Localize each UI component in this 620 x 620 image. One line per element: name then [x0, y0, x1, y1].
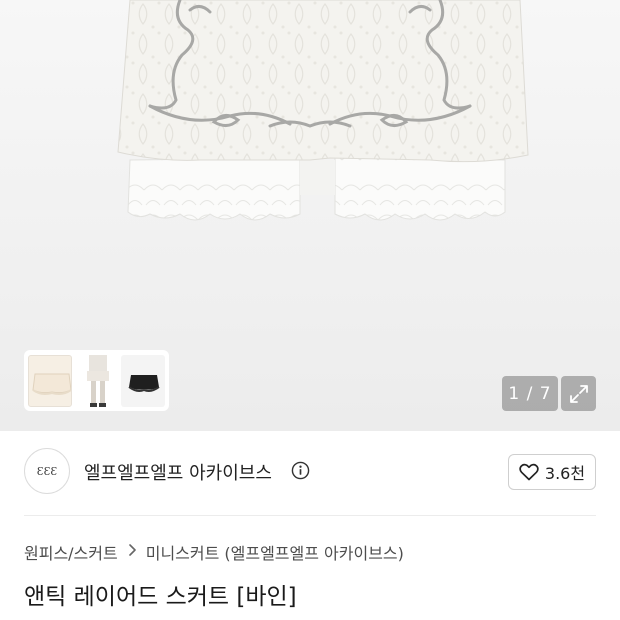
breadcrumb-category[interactable]: 원피스/스커트	[24, 540, 118, 564]
like-button[interactable]: 3.6천	[508, 454, 596, 490]
shop-logo[interactable]: ƐƐƐ	[24, 448, 70, 494]
thumbnail-strip	[24, 350, 169, 411]
shop-logo-text: ƐƐƐ	[37, 465, 58, 478]
shop-name[interactable]: 엘프엘프엘프 아카이브스	[84, 459, 272, 485]
thumbnail-model[interactable]	[74, 354, 119, 407]
breadcrumb: 원피스/스커트 미니스커트 (엘프엘프엘프 아카이브스)	[24, 540, 404, 564]
thumbnail-black-skirt[interactable]	[121, 354, 165, 407]
expand-icon	[569, 384, 588, 403]
shop-row: ƐƐƐ 엘프엘프엘프 아카이브스 3.6천	[0, 431, 620, 515]
gallery-counter: 1 / 7	[502, 376, 558, 411]
thumbnail-cream-skirt[interactable]	[28, 354, 72, 407]
info-icon[interactable]	[291, 461, 310, 480]
product-title: 앤틱 레이어드 스커트 [바인]	[24, 584, 297, 610]
expand-button[interactable]	[561, 376, 596, 411]
breadcrumb-subcategory[interactable]: 미니스커트 (엘프엘프엘프 아카이브스)	[146, 540, 404, 564]
chevron-right-icon	[128, 544, 137, 560]
divider	[24, 515, 596, 516]
like-count: 3.6천	[544, 464, 586, 483]
heart-icon	[519, 463, 539, 481]
